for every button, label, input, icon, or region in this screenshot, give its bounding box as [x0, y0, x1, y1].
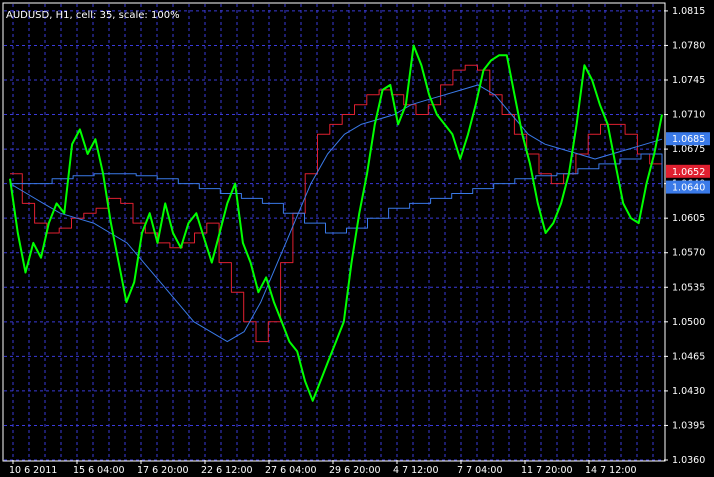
price-badge-label: 1.0640: [672, 183, 705, 194]
x-tick-label: 17 6 20:00: [137, 465, 189, 476]
price-badge-label: 1.0652: [672, 167, 705, 178]
y-tick-label: 1.0395: [672, 420, 705, 431]
chart-header: AUDUSD, H1, cell: 35, scale: 100%: [6, 10, 180, 21]
y-tick-label: 1.0465: [672, 351, 705, 362]
y-tick-label: 1.0675: [672, 144, 705, 155]
y-tick-label: 1.0815: [672, 6, 705, 17]
price-badge-label: 1.0685: [672, 134, 705, 145]
price-chart[interactable]: 1.0815 1.0780 1.0745 1.0710 1.0675 1.0640 1.06…: [0, 0, 714, 477]
x-tick-label: 22 6 12:00: [201, 465, 253, 476]
y-tick-label: 1.0500: [672, 317, 705, 328]
x-tick-label: 11 7 20:00: [521, 465, 573, 476]
x-tick-label: 29 6 20:00: [329, 465, 381, 476]
y-tick-label: 1.0780: [672, 40, 705, 51]
y-tick-label: 1.0745: [672, 75, 705, 86]
price-badge-red: 1.0652: [666, 164, 710, 178]
y-tick-label: 1.0430: [672, 386, 705, 397]
x-tick-label: 15 6 04:00: [73, 465, 125, 476]
price-badge-blue-partial: 1.0640: [666, 180, 710, 194]
y-tick-label: 1.0710: [672, 110, 705, 121]
x-tick-label: 7 7 04:00: [457, 465, 503, 476]
x-tick-label: 14 7 12:00: [585, 465, 637, 476]
x-tick-label: 27 6 04:00: [265, 465, 317, 476]
chart-background: [0, 0, 714, 477]
y-tick-label: 1.0535: [672, 282, 705, 293]
y-tick-label: 1.0360: [672, 455, 705, 466]
y-tick-label: 1.0570: [672, 248, 705, 259]
price-badge-blue: 1.0685: [666, 132, 710, 146]
x-tick-label: 4 7 12:00: [393, 465, 439, 476]
y-tick-label: 1.0605: [672, 213, 705, 224]
x-tick-label: 10 6 2011: [9, 465, 57, 476]
